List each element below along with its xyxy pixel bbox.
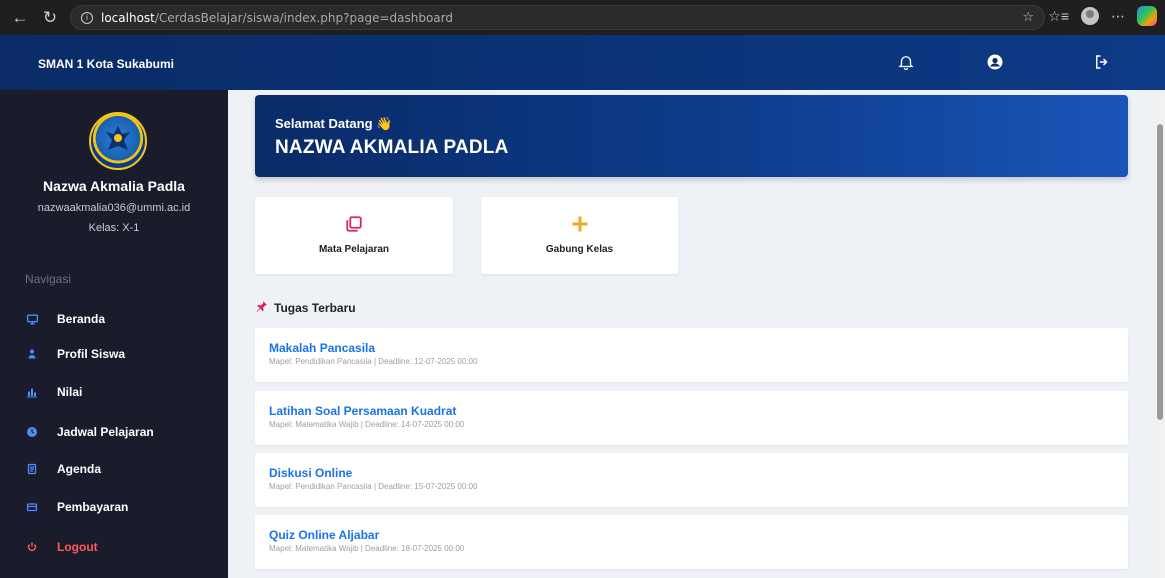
power-icon [25, 540, 39, 554]
address-bar[interactable]: i localhost/CerdasBelajar/siswa/index.ph… [70, 5, 1045, 30]
section-title-text: Tugas Terbaru [274, 301, 356, 315]
user-icon [25, 347, 39, 361]
main-scrollbar[interactable] [1155, 90, 1165, 578]
bell-icon[interactable] [895, 51, 917, 73]
monitor-icon [25, 312, 39, 326]
mata-pelajaran-card[interactable]: Mata Pelajaran [255, 197, 453, 274]
user-icon[interactable] [984, 51, 1006, 73]
sidebar-item-pembayaran[interactable]: Pembayaran [25, 497, 215, 517]
welcome-greeting: Selamat Datang 👋 [275, 116, 393, 131]
task-meta: Mapel: Matematika Wajib | Deadline: 14-0… [269, 420, 465, 429]
task-card[interactable]: Quiz Online Aljabar Mapel: Matematika Wa… [255, 515, 1128, 569]
task-title[interactable]: Latihan Soal Persamaan Kuadrat [269, 404, 456, 418]
browser-actions: ☆≡ ⋯ [1048, 6, 1157, 26]
task-meta: Mapel: Pendidikan Pancasila | Deadline: … [269, 357, 478, 366]
sidebar-item-logout[interactable]: Logout [25, 537, 215, 557]
brand-title: SMAN 1 Kota Sukabumi [38, 57, 175, 71]
task-title[interactable]: Diskusi Online [269, 466, 352, 480]
pushpin-icon [255, 300, 268, 316]
task-card[interactable]: Makalah Pancasila Mapel: Pendidikan Panc… [255, 328, 1128, 382]
chart-icon [25, 385, 39, 399]
sidebar-item-agenda[interactable]: Agenda [25, 459, 215, 479]
task-title[interactable]: Quiz Online Aljabar [269, 528, 379, 542]
sidebar-item-label: Beranda [57, 312, 106, 326]
back-icon[interactable]: ← [10, 8, 30, 28]
sidebar-item-label: Jadwal Pelajaran [57, 425, 154, 439]
task-meta: Mapel: Pendidikan Pancasila | Deadline: … [269, 482, 478, 491]
sidebar-item-label: Agenda [57, 462, 102, 476]
sidebar-item-profil-siswa[interactable]: Profil Siswa [25, 344, 215, 364]
task-meta: Mapel: Matematika Wajib | Deadline: 18-0… [269, 544, 465, 553]
nav-heading: Navigasi [25, 272, 72, 286]
favorite-star-icon[interactable]: ☆ [1022, 10, 1034, 25]
task-card[interactable]: Latihan Soal Persamaan Kuadrat Mapel: Ma… [255, 391, 1128, 445]
section-title: Tugas Terbaru [255, 300, 356, 316]
user-email: nazwaakmalia036@ummi.ac.id [37, 202, 191, 214]
gabung-kelas-label: Gabung Kelas [545, 244, 614, 255]
favorites-icon[interactable]: ☆≡ [1048, 8, 1069, 25]
copy-icon [255, 215, 453, 233]
logout-icon[interactable] [1091, 51, 1113, 73]
sidebar-item-label: Nilai [57, 385, 83, 399]
top-navbar: SMAN 1 Kota Sukabumi [0, 35, 1165, 90]
scrollbar-thumb[interactable] [1157, 124, 1163, 420]
main-content: Selamat Datang 👋 NAZWA AKMALIA PADLA Mat… [228, 90, 1155, 578]
document-icon [25, 462, 39, 476]
sidebar: Nazwa Akmalia Padla nazwaakmalia036@ummi… [0, 90, 228, 578]
plus-icon [481, 215, 678, 233]
clock-icon [25, 425, 39, 439]
task-card[interactable]: Diskusi Online Mapel: Pendidikan Pancasi… [255, 453, 1128, 507]
user-class: Kelas: X-1 [88, 222, 140, 234]
sidebar-item-jadwal-pelajaran[interactable]: Jadwal Pelajaran [25, 422, 215, 442]
user-name: Nazwa Akmalia Padla [43, 178, 185, 194]
url-path: /CerdasBelajar/siswa/index.php?page=dash… [154, 10, 453, 25]
url-host: localhost [101, 10, 155, 25]
school-logo [89, 112, 147, 170]
sidebar-item-label: Profil Siswa [57, 347, 126, 361]
reload-icon[interactable]: ↻ [40, 8, 60, 28]
gabung-kelas-card[interactable]: Gabung Kelas [481, 197, 678, 274]
task-title[interactable]: Makalah Pancasila [269, 341, 375, 355]
sidebar-item-beranda[interactable]: Beranda [25, 309, 215, 329]
more-menu-icon[interactable]: ⋯ [1111, 8, 1125, 25]
sidebar-item-label: Pembayaran [57, 500, 129, 514]
sidebar-item-nilai[interactable]: Nilai [25, 382, 215, 402]
welcome-banner: Selamat Datang 👋 NAZWA AKMALIA PADLA [255, 95, 1128, 177]
site-info-icon[interactable]: i [81, 11, 93, 24]
sidebar-item-label: Logout [57, 540, 98, 554]
welcome-name: NAZWA AKMALIA PADLA [275, 137, 509, 158]
copilot-icon[interactable] [1137, 6, 1157, 26]
mata-pelajaran-label: Mata Pelajaran [318, 244, 390, 255]
browser-profile-icon[interactable] [1081, 7, 1099, 25]
browser-toolbar: ← ↻ i localhost/CerdasBelajar/siswa/inde… [0, 0, 1165, 35]
wallet-icon [25, 500, 39, 514]
